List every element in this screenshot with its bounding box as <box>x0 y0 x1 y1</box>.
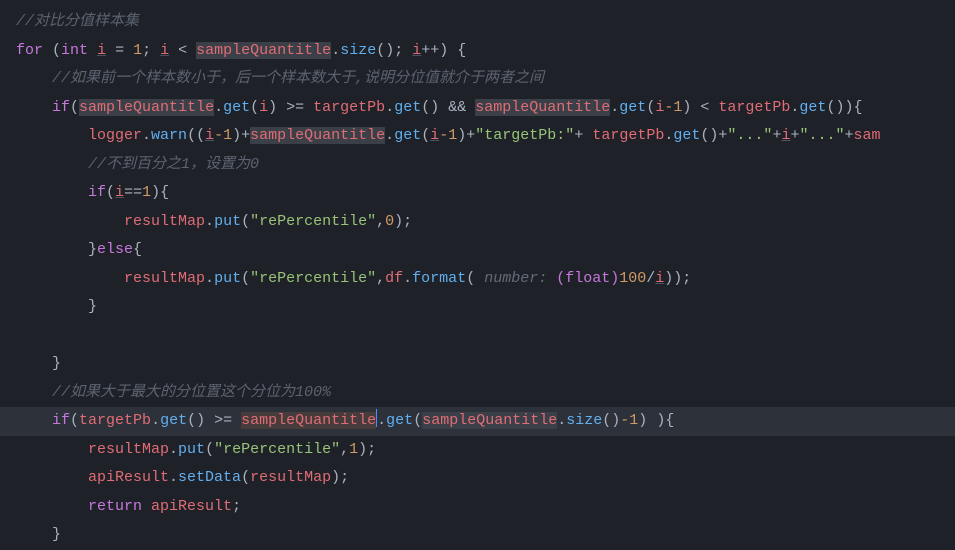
variable-targetPb: targetPb <box>592 127 664 144</box>
method-put: put <box>178 441 205 458</box>
variable-sampleQuantitle: sampleQuantitle <box>250 127 385 144</box>
type-int: int <box>61 42 88 59</box>
number: 0 <box>385 213 394 230</box>
method-get: get <box>394 127 421 144</box>
method-get: get <box>223 99 250 116</box>
variable-i: i <box>97 42 106 59</box>
string-literal: "..." <box>727 127 772 144</box>
keyword-if: if <box>52 99 70 116</box>
method-setData: setData <box>178 469 241 486</box>
variable-logger: logger <box>88 127 142 144</box>
code-line[interactable]: logger.warn((i-1)+sampleQuantitle.get(i-… <box>0 122 955 151</box>
variable-i: i <box>115 184 124 201</box>
keyword-if: if <box>88 184 106 201</box>
comment: //如果大于最大的分位置这个分位为100% <box>52 384 331 401</box>
method-size: size <box>340 42 376 59</box>
variable-apiResult: apiResult <box>151 498 232 515</box>
variable-i: i <box>160 42 169 59</box>
code-line[interactable]: } <box>0 293 955 322</box>
variable-sampleQuantitle: sampleQuantitle <box>79 99 214 116</box>
method-put: put <box>214 270 241 287</box>
method-get: get <box>619 99 646 116</box>
variable-i: i <box>259 99 268 116</box>
variable-resultMap: resultMap <box>88 441 169 458</box>
number: 1 <box>349 441 358 458</box>
method-get: get <box>799 99 826 116</box>
code-line[interactable]: //对比分值样本集 <box>0 8 955 37</box>
keyword-return: return <box>88 498 142 515</box>
variable-i: i <box>655 99 664 116</box>
variable-i: i <box>205 127 214 144</box>
variable-resultMap: resultMap <box>250 469 331 486</box>
string-literal: "rePercentile" <box>214 441 340 458</box>
variable-targetPb: targetPb <box>79 412 151 429</box>
code-line[interactable]: if(sampleQuantitle.get(i) >= targetPb.ge… <box>0 94 955 123</box>
code-line[interactable]: resultMap.put("rePercentile",df.format( … <box>0 265 955 294</box>
code-line[interactable]: } <box>0 521 955 550</box>
method-size: size <box>566 412 602 429</box>
number: 100 <box>619 270 646 287</box>
method-get: get <box>673 127 700 144</box>
variable-targetPb: targetPb <box>313 99 385 116</box>
string-literal: "rePercentile" <box>250 270 376 287</box>
comment: //如果前一个样本数小于，后一个样本数大于,说明分位值就介于两者之间 <box>52 70 544 87</box>
number: 1 <box>142 184 151 201</box>
variable-apiResult: apiResult <box>88 469 169 486</box>
code-line[interactable] <box>0 322 955 351</box>
variable-sampleQuantitle: sampleQuantitle <box>475 99 610 116</box>
code-line-current[interactable]: if(targetPb.get() >= sampleQuantitle.get… <box>0 407 955 436</box>
variable-sampleQuantitle: sampleQuantitle <box>241 412 376 429</box>
variable-i: i <box>412 42 421 59</box>
code-line[interactable]: //不到百分之1，设置为0 <box>0 151 955 180</box>
code-line[interactable]: } <box>0 350 955 379</box>
string-literal: "..." <box>799 127 844 144</box>
comment: //对比分值样本集 <box>16 13 139 30</box>
code-line[interactable]: apiResult.setData(resultMap); <box>0 464 955 493</box>
keyword-else: else <box>97 241 133 258</box>
keyword-for: for <box>16 42 43 59</box>
variable-i: i <box>430 127 439 144</box>
variable-sampleQuantitle: sampleQuantitle <box>422 412 557 429</box>
keyword-if: if <box>52 412 70 429</box>
string-literal: "targetPb:" <box>475 127 574 144</box>
method-get: get <box>386 412 413 429</box>
comment: //不到百分之1，设置为0 <box>88 156 259 173</box>
variable-i: i <box>655 270 664 287</box>
variable-resultMap: resultMap <box>124 213 205 230</box>
code-line[interactable]: resultMap.put("rePercentile",1); <box>0 436 955 465</box>
parameter-hint: number: <box>475 270 556 287</box>
number: 1 <box>133 42 142 59</box>
method-format: format <box>412 270 466 287</box>
code-line[interactable]: resultMap.put("rePercentile",0); <box>0 208 955 237</box>
variable-df: df <box>385 270 403 287</box>
variable-targetPb: targetPb <box>718 99 790 116</box>
variable-sampleQuantitle: sampleQuantitle <box>196 42 331 59</box>
code-line[interactable]: if(i==1){ <box>0 179 955 208</box>
code-editor[interactable]: //对比分值样本集 for (int i = 1; i < sampleQuan… <box>0 8 955 550</box>
variable-resultMap: resultMap <box>124 270 205 287</box>
method-warn: warn <box>151 127 187 144</box>
code-line[interactable]: //如果前一个样本数小于，后一个样本数大于,说明分位值就介于两者之间 <box>0 65 955 94</box>
code-line[interactable]: for (int i = 1; i < sampleQuantitle.size… <box>0 37 955 66</box>
method-get: get <box>394 99 421 116</box>
method-put: put <box>214 213 241 230</box>
method-get: get <box>160 412 187 429</box>
code-line[interactable]: }else{ <box>0 236 955 265</box>
string-literal: "rePercentile" <box>250 213 376 230</box>
code-line[interactable]: return apiResult; <box>0 493 955 522</box>
code-line[interactable]: //如果大于最大的分位置这个分位为100% <box>0 379 955 408</box>
